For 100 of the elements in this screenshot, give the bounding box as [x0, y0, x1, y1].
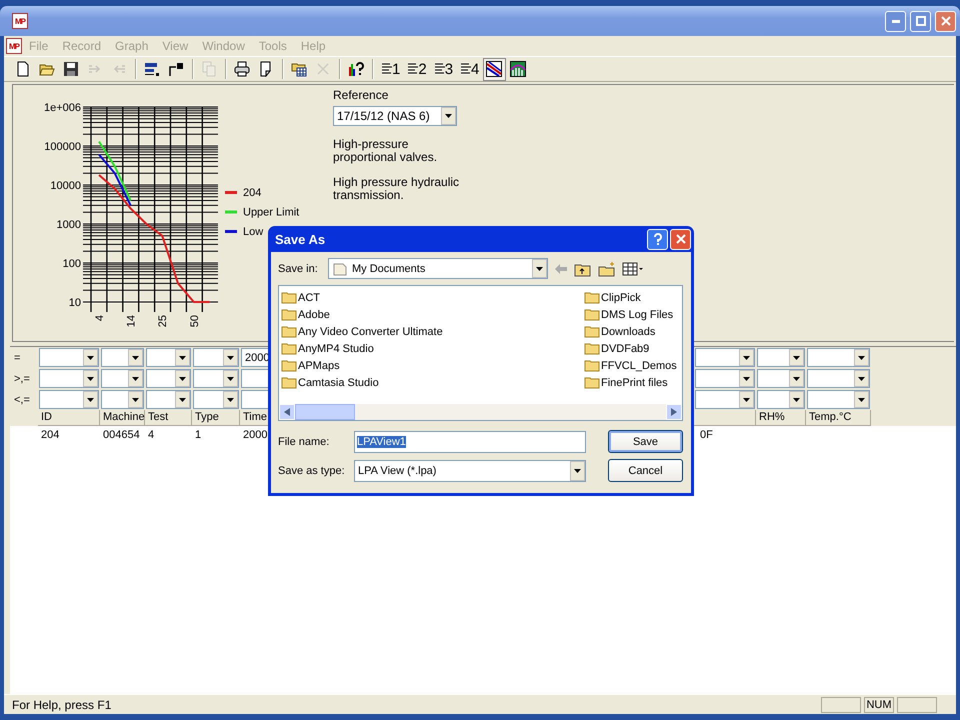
column-header[interactable]: ID — [38, 410, 100, 426]
folder-item[interactable]: Downloads — [584, 323, 680, 340]
filter-dropdown[interactable] — [39, 390, 99, 409]
dropdown-arrow-icon — [227, 376, 234, 380]
folder-item[interactable]: AnyMP4 Studio — [281, 340, 584, 357]
filter-dropdown[interactable] — [101, 369, 144, 388]
toolbar-button[interactable]: 3 — [430, 58, 456, 80]
folder-icon — [281, 359, 297, 372]
axis-label: 100000 — [44, 141, 81, 153]
filter-dropdown[interactable] — [807, 369, 870, 388]
filter-dropdown[interactable] — [39, 348, 99, 367]
filter-dropdown[interactable] — [757, 369, 805, 388]
view-menu-icon — [622, 262, 644, 276]
filter-dropdown[interactable] — [193, 369, 239, 388]
table-cell-text: 1 — [194, 429, 202, 441]
table-cell-text: 4 — [147, 429, 156, 441]
axis-label: 1000 — [56, 219, 81, 231]
maximize-button[interactable] — [910, 10, 931, 32]
filter-dropdown[interactable] — [101, 390, 144, 409]
line-chart-icon — [486, 61, 502, 77]
bar-chart-icon — [510, 61, 526, 77]
filter-dropdown[interactable] — [193, 348, 239, 367]
dropdown-arrow-icon — [132, 376, 139, 380]
axis-label: 10000 — [50, 180, 81, 192]
documents-icon — [332, 262, 348, 276]
filter-dropdown[interactable] — [695, 390, 755, 409]
folder-item[interactable]: ACT — [281, 289, 584, 306]
dropdown-arrow-icon — [858, 398, 865, 402]
dropdown-arrow-icon — [743, 398, 750, 402]
folder-icon — [584, 308, 600, 321]
filter-dropdown[interactable] — [193, 390, 239, 409]
toolbar-button[interactable]: 2 — [404, 58, 430, 80]
filter-dropdown[interactable] — [757, 348, 805, 367]
column-header[interactable]: Type — [192, 410, 240, 426]
lines-icon — [381, 62, 392, 76]
folder-item[interactable]: APMaps — [281, 357, 584, 374]
column-header[interactable]: Test — [145, 410, 192, 426]
filter-dropdown[interactable] — [757, 390, 805, 409]
folder-item[interactable]: Camtasia Studio — [281, 374, 584, 391]
folder-item[interactable]: FinePrint files — [584, 374, 680, 391]
dropdown-arrow-icon — [132, 398, 139, 402]
lines-icon — [407, 62, 418, 76]
reference-dropdown[interactable]: 17/15/12 (NAS 6) — [333, 106, 457, 126]
scrollbar-thumb[interactable] — [295, 404, 355, 420]
reference-label: Reference — [333, 89, 390, 102]
horizontal-scrollbar[interactable] — [279, 404, 682, 420]
toolbar-button[interactable]: 4 — [457, 58, 482, 80]
app-icon: MP — [12, 13, 28, 29]
cancel-button[interactable]: Cancel — [608, 459, 683, 482]
legend-label: Upper Limit — [243, 206, 300, 218]
column-header[interactable]: RH% — [756, 410, 806, 426]
help-icon — [652, 233, 662, 245]
save-in-dropdown[interactable]: My Documents — [328, 258, 548, 279]
lines-icon — [460, 62, 472, 76]
print-preview-icon — [258, 61, 274, 77]
filter-dropdown[interactable] — [807, 348, 870, 367]
folder-item[interactable]: FFVCL_Demos — [584, 357, 680, 374]
save-button[interactable]: Save — [608, 430, 683, 453]
folder-item[interactable]: ClipPick — [584, 289, 680, 306]
column-header[interactable]: Machine — [100, 410, 145, 426]
toolbar-button[interactable] — [483, 58, 506, 80]
dropdown-arrow-icon — [132, 356, 139, 360]
copy-icon — [201, 61, 217, 77]
folder-item[interactable]: Any Video Converter Ultimate — [281, 323, 584, 340]
filter-dropdown[interactable] — [146, 390, 191, 409]
close-button[interactable] — [670, 228, 691, 250]
dropdown-arrow-icon — [743, 356, 750, 360]
help-button[interactable] — [647, 228, 668, 250]
dropdown-arrow-icon — [858, 356, 865, 360]
minimize-button[interactable] — [885, 10, 906, 32]
column-header[interactable]: Temp.°C — [806, 410, 871, 426]
status-panel — [821, 696, 861, 712]
folder-icon — [584, 359, 600, 372]
description-text: High pressure hydraulic transmission. — [333, 176, 460, 202]
filter-dropdown[interactable] — [39, 369, 99, 388]
status-indicator: NUM — [864, 696, 894, 712]
filter-dropdown[interactable] — [101, 348, 144, 367]
dropdown-arrow-icon — [87, 376, 94, 380]
legend-label: 204 — [243, 187, 262, 199]
folder-item[interactable]: Adobe — [281, 306, 584, 323]
dropdown-arrow-icon — [536, 266, 543, 270]
dropdown-arrow-icon — [793, 356, 800, 360]
filter-dropdown[interactable] — [695, 369, 755, 388]
filter-dropdown[interactable] — [146, 369, 191, 388]
toolbar-button[interactable]: 1 — [378, 58, 404, 80]
save-as-type-label: Save as type: — [278, 464, 346, 476]
save-in-label: Save in: — [278, 262, 319, 274]
filter-dropdown[interactable] — [695, 348, 755, 367]
maximize-icon — [916, 16, 926, 26]
folder-icon — [281, 342, 297, 355]
folder-item[interactable]: DVDFab9 — [584, 340, 680, 357]
file-type-dropdown[interactable]: LPA View (*.lpa) — [354, 460, 586, 482]
fields-icon — [144, 61, 160, 77]
folder-item[interactable]: DMS Log Files — [584, 306, 680, 323]
filter-dropdown[interactable] — [146, 348, 191, 367]
dropdown-arrow-icon — [179, 356, 186, 360]
resize-icon — [168, 61, 184, 77]
filter-dropdown[interactable] — [807, 390, 870, 409]
description-text: High-pressure proportional valves. — [333, 138, 438, 164]
file-name-field[interactable]: LPAView1 — [354, 430, 586, 452]
